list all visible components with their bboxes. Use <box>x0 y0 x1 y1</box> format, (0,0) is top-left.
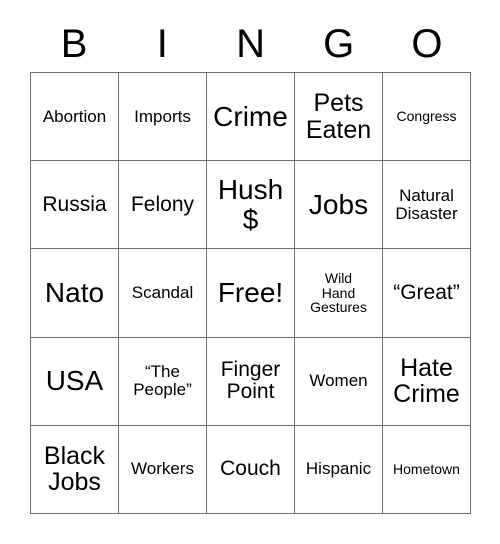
bingo-cell-r3-c3[interactable]: Free! <box>207 249 295 338</box>
bingo-cell-r2-c2[interactable]: Felony <box>119 161 207 250</box>
bingo-cell-label: Couch <box>220 457 281 481</box>
bingo-cell-label: Hispanic <box>305 459 372 479</box>
bingo-cell-r4-c4[interactable]: Women <box>295 337 383 426</box>
bingo-cell-label: Free! <box>217 277 284 309</box>
bingo-cell-label: Pets Eaten <box>305 89 372 144</box>
bingo-cell-r5-c3[interactable]: Couch <box>207 425 295 514</box>
bingo-cell-label: Nato <box>44 277 105 309</box>
bingo-header-letter-n: N <box>236 22 265 66</box>
bingo-header-letter-g: G <box>323 22 355 66</box>
bingo-cell-label: USA <box>45 365 104 397</box>
bingo-header-letter-b: B <box>60 22 88 66</box>
bingo-cell-r4-c1[interactable]: USA <box>31 337 119 426</box>
bingo-cell-r1-c5[interactable]: Congress <box>383 73 471 162</box>
bingo-cell-r3-c1[interactable]: Nato <box>31 249 119 338</box>
bingo-card: B I N G O Abortion Imports Crime Pets Eaten Cong… <box>0 0 500 544</box>
bingo-cell-label: Black Jobs <box>43 441 106 497</box>
bingo-cell-r1-c4[interactable]: Pets Eaten <box>295 73 383 162</box>
bingo-header-letter-o: O <box>411 22 443 66</box>
bingo-cell-label: Abortion <box>42 106 107 126</box>
bingo-cell-r4-c2[interactable]: “The People” <box>119 337 207 426</box>
bingo-cell-label: Russia <box>42 192 107 216</box>
bingo-cell-label: Scandal <box>131 282 194 302</box>
bingo-cell-r5-c2[interactable]: Workers <box>119 425 207 514</box>
bingo-cell-r5-c4[interactable]: Hispanic <box>295 425 383 514</box>
bingo-cell-label: Congress <box>396 108 457 125</box>
bingo-cell-label: Wild Hand Gestures <box>310 269 367 316</box>
bingo-cell-label: Crime <box>213 100 288 132</box>
bingo-cell-label: Felony <box>130 192 195 216</box>
bingo-cell-label: Hush $ <box>217 174 284 235</box>
bingo-header-letter-i: I <box>156 22 168 66</box>
bingo-cell-label: Women <box>309 371 368 391</box>
bingo-cell-label: Hometown <box>393 460 460 477</box>
bingo-cell-r4-c5[interactable]: Hate Crime <box>383 337 471 426</box>
bingo-cell-r2-c3[interactable]: Hush $ <box>207 161 295 250</box>
bingo-cell-r3-c5[interactable]: “Great” <box>383 249 471 338</box>
bingo-cell-label: “Great” <box>393 280 460 304</box>
bingo-grid: Abortion Imports Crime Pets Eaten Congress Ru… <box>30 72 471 514</box>
bingo-cell-r3-c2[interactable]: Scandal <box>119 249 207 338</box>
bingo-cell-label: Hate Crime <box>393 353 460 409</box>
bingo-header-row: BINGO <box>30 16 471 72</box>
bingo-cell-r2-c4[interactable]: Jobs <box>295 161 383 250</box>
bingo-cell-label: Imports <box>134 106 191 126</box>
bingo-cell-label: Finger Point <box>220 357 281 404</box>
bingo-cell-r1-c3[interactable]: Crime <box>207 73 295 162</box>
bingo-cell-r2-c5[interactable]: Natural Disaster <box>383 161 471 250</box>
bingo-cell-label: Workers <box>131 459 194 479</box>
bingo-cell-r4-c3[interactable]: Finger Point <box>207 337 295 426</box>
bingo-cell-label: Jobs <box>308 188 369 220</box>
bingo-cell-r5-c1[interactable]: Black Jobs <box>31 425 119 514</box>
bingo-cell-label: “The People” <box>133 362 192 400</box>
bingo-cell-r1-c1[interactable]: Abortion <box>31 73 119 162</box>
bingo-cell-label: Natural Disaster <box>395 185 458 223</box>
bingo-cell-r1-c2[interactable]: Imports <box>119 73 207 162</box>
bingo-cell-r3-c4[interactable]: Wild Hand Gestures <box>295 249 383 338</box>
bingo-cell-r2-c1[interactable]: Russia <box>31 161 119 250</box>
bingo-cell-r5-c5[interactable]: Hometown <box>383 425 471 514</box>
